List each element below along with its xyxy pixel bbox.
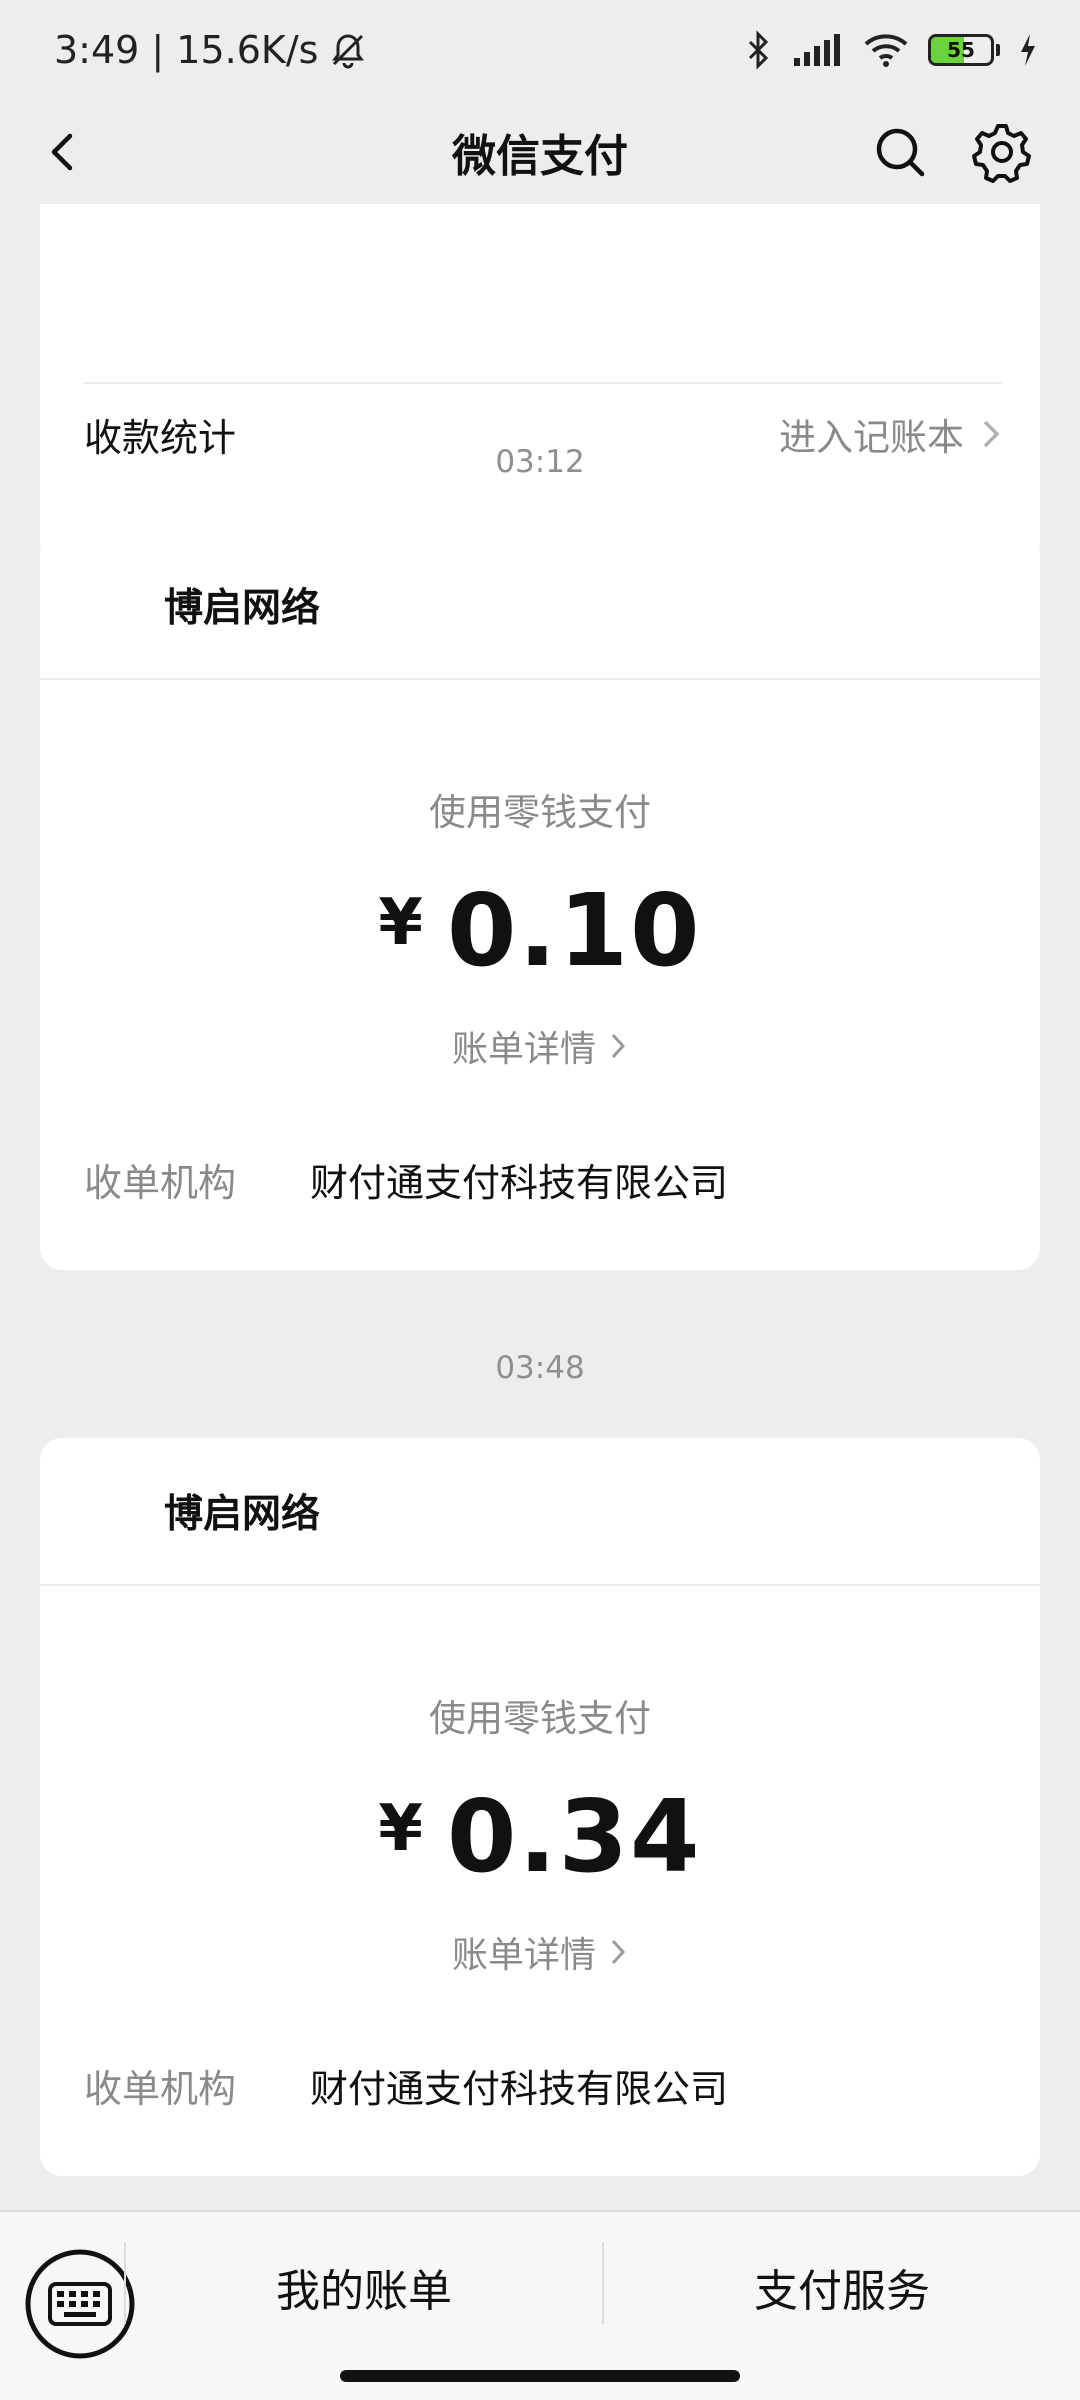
keyboard-icon[interactable] — [24, 2248, 136, 2360]
acquirer-value: 财付通支付科技有限公司 — [310, 2067, 729, 2111]
amount-value: 0.10 — [446, 872, 702, 989]
bill-detail-label: 账单详情 — [451, 1029, 596, 1070]
status-left: 3:49 | 15.6K/s — [54, 28, 368, 72]
payment-method: 使用零钱支付 — [429, 1697, 651, 1740]
home-indicator[interactable] — [340, 2370, 740, 2382]
battery-level: 55 — [947, 38, 975, 62]
charging-icon — [1021, 34, 1035, 66]
my-bills-button[interactable]: 我的账单 — [126, 2232, 602, 2342]
chevron-right-icon — [611, 1033, 626, 1059]
pay-services-button[interactable]: 支付服务 — [604, 2232, 1080, 2342]
payment-method: 使用零钱支付 — [429, 791, 651, 834]
merchant-name: 博启网络 — [40, 532, 1040, 680]
payment-card[interactable]: 博启网络 使用零钱支付 ¥ 0.10 账单详情 收单机构 财付通支付科技有限公司 — [40, 532, 1040, 1270]
back-icon[interactable] — [34, 122, 94, 182]
bill-detail-link[interactable]: 账单详情 — [40, 1020, 1040, 1072]
acquirer-label: 收单机构 — [84, 2067, 237, 2111]
summary-card: 收款统计 进入记账本 — [40, 204, 1040, 566]
bill-detail-label: 账单详情 — [451, 1935, 596, 1976]
wifi-icon — [864, 34, 908, 67]
battery-tip — [996, 44, 1000, 56]
search-icon[interactable] — [870, 122, 930, 182]
status-time-speed: 3:49 | 15.6K/s — [54, 28, 319, 72]
status-right: 55 — [744, 30, 1038, 70]
chevron-right-icon — [611, 1939, 626, 1965]
message-time: 03:12 — [495, 444, 585, 480]
message-time: 03:48 — [495, 1350, 585, 1386]
bluetooth-icon — [748, 30, 769, 70]
page-title: 微信支付 — [452, 131, 628, 182]
status-bar: 3:49 | 15.6K/s 55 — [0, 0, 1080, 100]
currency-symbol: ¥ — [378, 886, 423, 960]
acquirer-row: 收单机构 财付通支付科技有限公司 — [84, 1152, 1000, 1207]
acquirer-value: 财付通支付科技有限公司 — [310, 1161, 729, 1205]
currency-symbol: ¥ — [378, 1792, 423, 1866]
nav-bar: 微信支付 — [0, 100, 1080, 204]
gear-icon[interactable] — [970, 120, 1034, 184]
bill-detail-link[interactable]: 账单详情 — [40, 1926, 1040, 1978]
signal-icon — [794, 34, 840, 66]
battery-icon: 55 — [928, 34, 994, 66]
message-list[interactable]: 收款统计 进入记账本 03:12 博启网络 使用零钱支付 ¥ 0.10 账单详情… — [0, 204, 1080, 2188]
payment-card[interactable]: 博启网络 使用零钱支付 ¥ 0.34 账单详情 收单机构 财付通支付科技有限公司 — [40, 1438, 1040, 2176]
payment-amount: ¥ 0.34 — [40, 1778, 1040, 1895]
merchant-name: 博启网络 — [40, 1438, 1040, 1586]
payment-amount: ¥ 0.10 — [40, 872, 1040, 989]
acquirer-row: 收单机构 财付通支付科技有限公司 — [84, 2058, 1000, 2113]
bell-off-icon — [332, 34, 365, 69]
acquirer-label: 收单机构 — [84, 1161, 237, 1205]
amount-value: 0.34 — [446, 1778, 702, 1895]
